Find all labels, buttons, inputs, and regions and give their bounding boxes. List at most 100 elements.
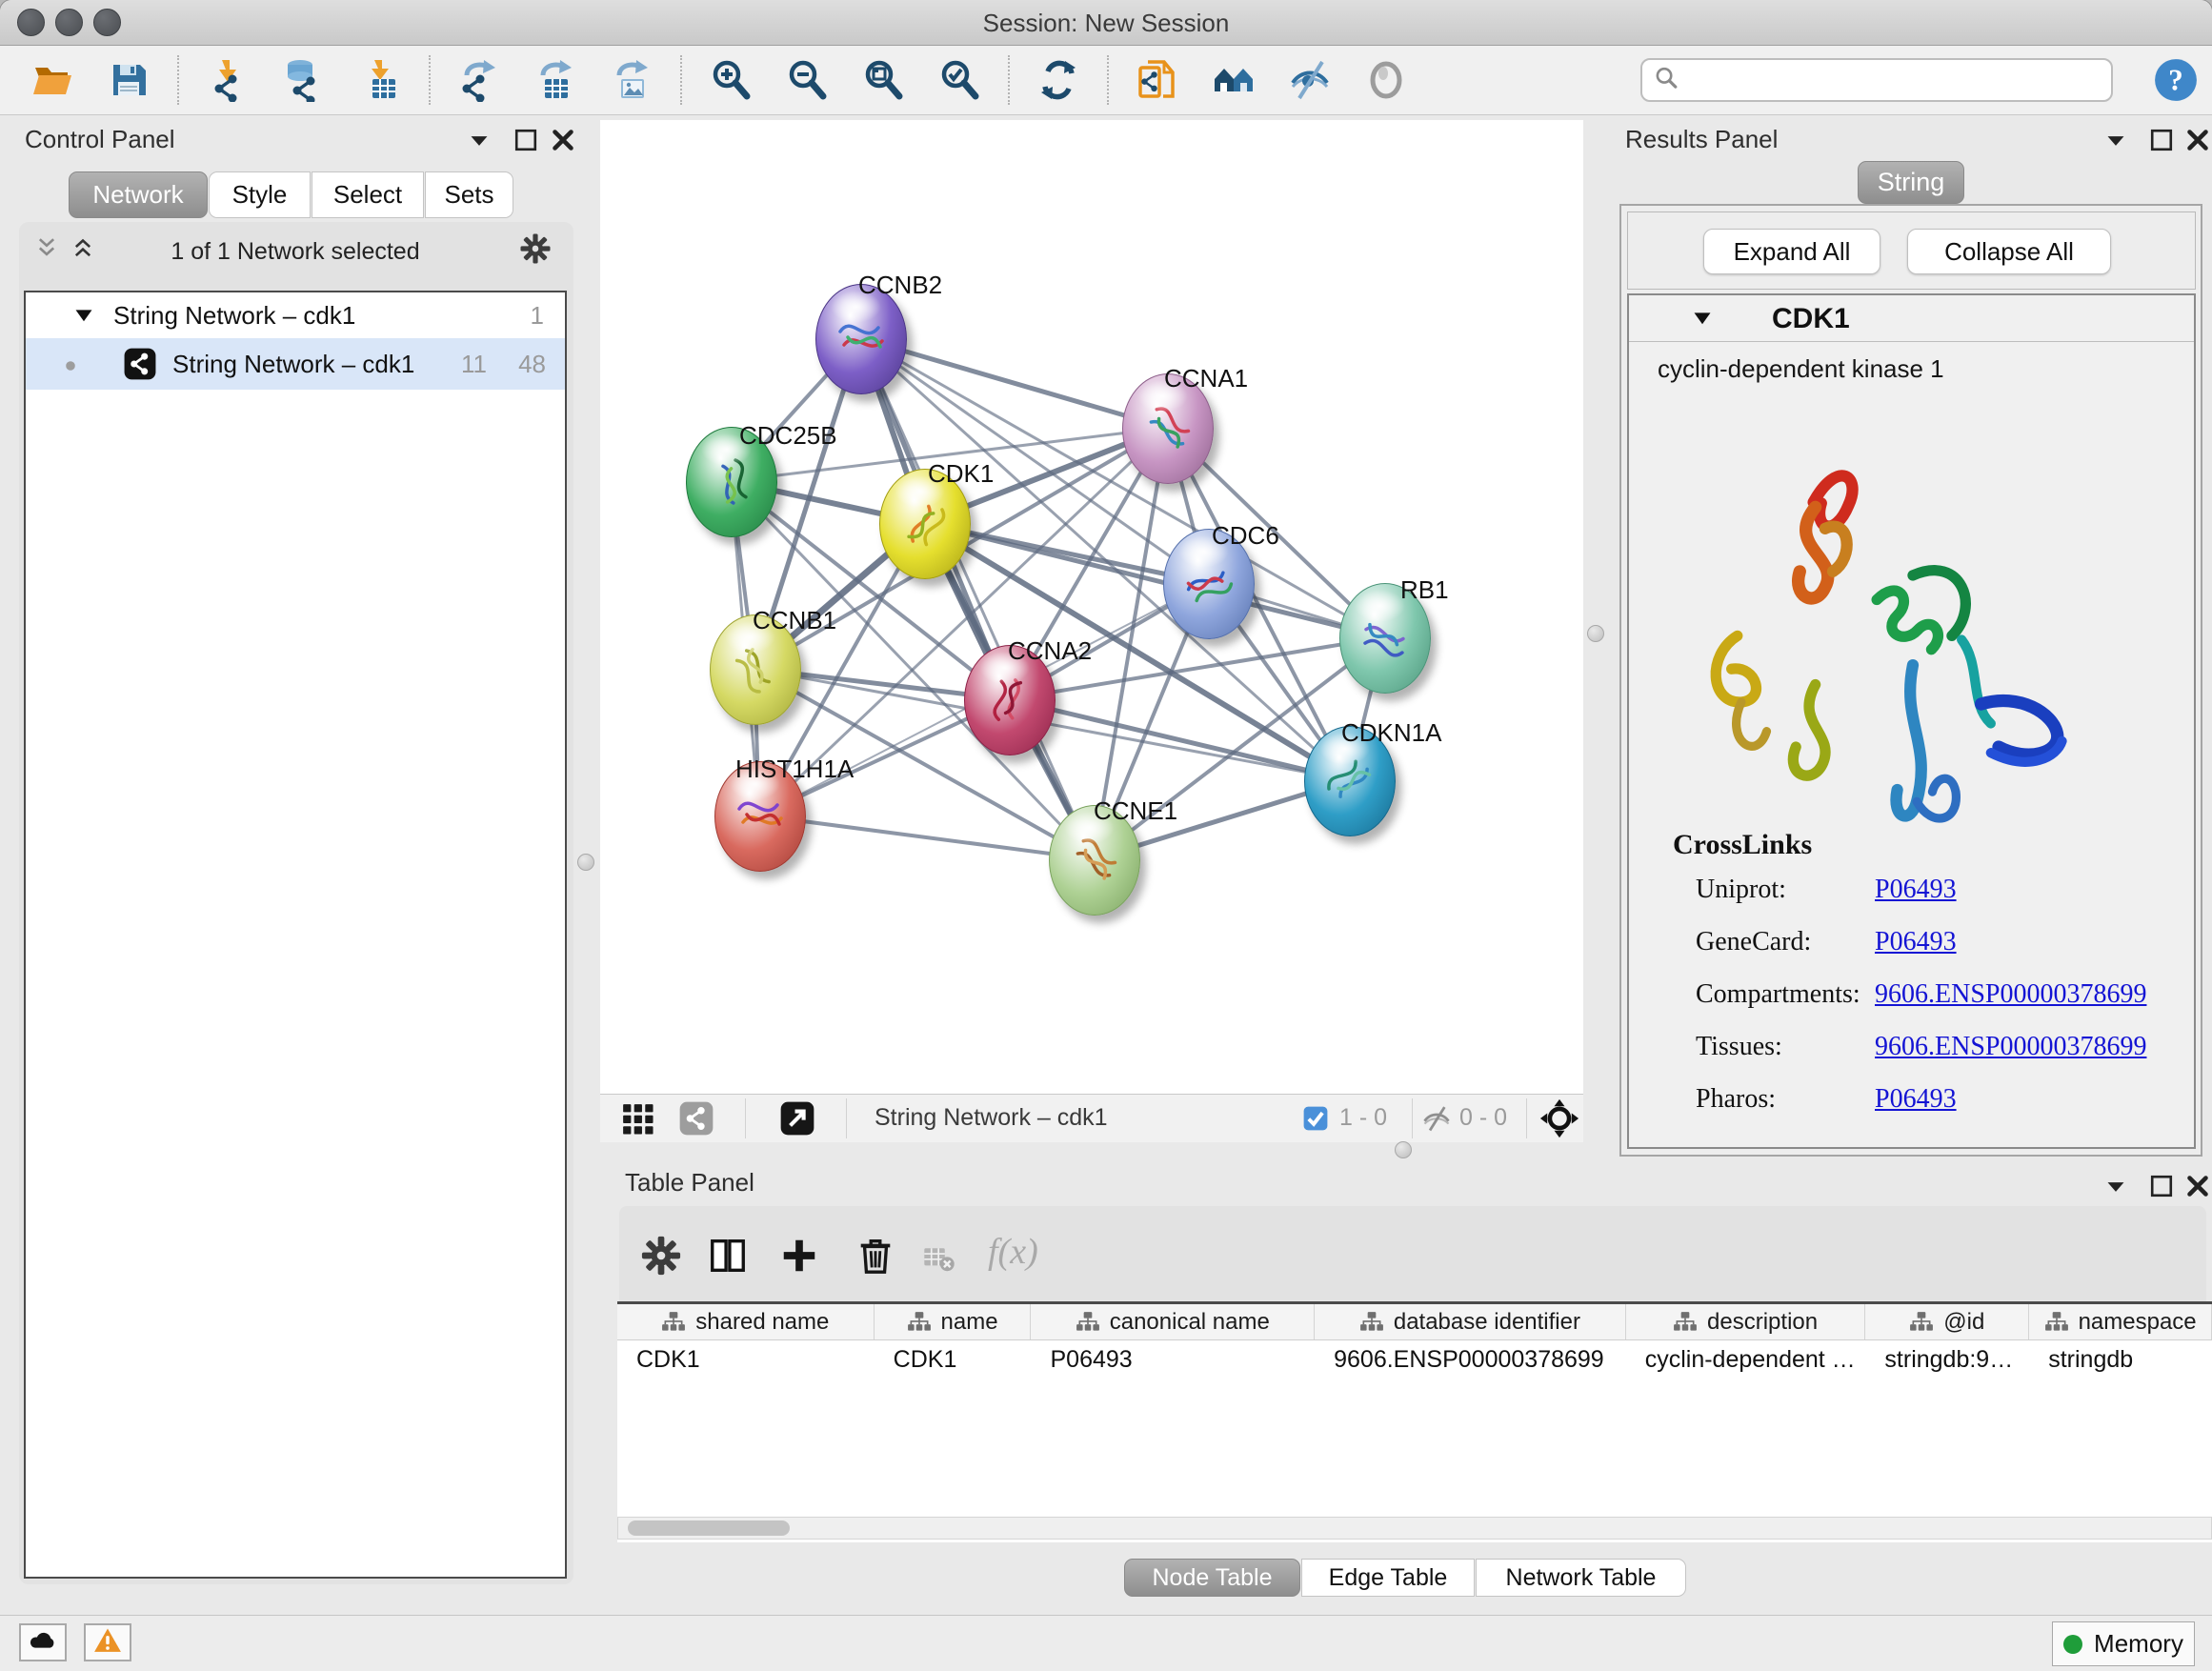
network-row[interactable]: String Network – cdk1 11 48 xyxy=(26,338,565,390)
collection-disclosure-triangle-icon[interactable] xyxy=(71,303,96,328)
column-header-sharedname[interactable]: shared name xyxy=(617,1304,875,1339)
tab-string[interactable]: String xyxy=(1858,161,1964,204)
table-panel-float-icon[interactable] xyxy=(2147,1172,2176,1200)
detach-view-icon[interactable] xyxy=(779,1100,815,1137)
table-panel-menu-chevron-icon[interactable] xyxy=(2101,1172,2130,1200)
table-panel-close-icon[interactable] xyxy=(2183,1172,2212,1200)
houses-button[interactable] xyxy=(1210,56,1257,104)
grid-view-icon[interactable] xyxy=(619,1100,655,1137)
crosslink-link-0[interactable]: P06493 xyxy=(1875,875,1957,905)
cell-description[interactable]: cyclin-dependent … xyxy=(1626,1340,1866,1379)
crosslink-link-4[interactable]: P06493 xyxy=(1875,1084,1957,1115)
add-column-icon[interactable] xyxy=(778,1235,820,1277)
table-gear-icon[interactable] xyxy=(640,1235,682,1277)
crosslink-link-1[interactable]: P06493 xyxy=(1875,927,1957,957)
tab-style[interactable]: Style xyxy=(209,171,311,218)
zoom-out-button[interactable] xyxy=(783,56,831,104)
cell-name[interactable]: CDK1 xyxy=(875,1340,1032,1379)
import-table-button[interactable] xyxy=(356,56,404,104)
cloud-status-button[interactable] xyxy=(19,1623,67,1661)
gene-description: cyclin-dependent kinase 1 xyxy=(1658,354,1944,384)
column-header-namespace[interactable]: namespace xyxy=(2029,1304,2212,1339)
window-titlebar: Session: New Session xyxy=(0,0,2212,46)
protein-thumbnail-ccnb2 xyxy=(816,285,906,393)
edge-cdk1-rb1[interactable] xyxy=(924,523,1384,637)
network-view-canvas[interactable]: CCNB2CCNA1CDC25BCDK1CDC6RB1CCNB1CCNA2CDK… xyxy=(600,120,1583,1094)
results-panel-float-icon[interactable] xyxy=(2147,126,2176,154)
export-table-button[interactable] xyxy=(532,56,579,104)
refresh-button[interactable] xyxy=(1035,56,1082,104)
left-splitter-handle[interactable] xyxy=(577,854,594,871)
status-bar: Memory xyxy=(0,1615,2212,1671)
tab-sets[interactable]: Sets xyxy=(425,171,513,218)
help-button[interactable]: ? xyxy=(2153,57,2199,103)
selected-count: 1 - 0 xyxy=(1339,1104,1387,1132)
column-header-description[interactable]: description xyxy=(1626,1304,1866,1339)
results-panel-title: Results Panel xyxy=(1625,125,1778,154)
edge-hist1h1a-ccne1[interactable] xyxy=(759,815,1094,859)
collapse-all-networks-icon[interactable] xyxy=(32,234,61,263)
right-splitter-handle[interactable] xyxy=(1587,625,1604,642)
control-panel-float-icon[interactable] xyxy=(512,126,540,154)
show-all-eye-button[interactable] xyxy=(1362,56,1410,104)
control-panel-menu-chevron-icon[interactable] xyxy=(465,126,493,154)
column-header-id[interactable]: @id xyxy=(1865,1304,2029,1339)
main-toolbar: ? xyxy=(0,46,2212,115)
column-header-canonicalname[interactable]: canonical name xyxy=(1031,1304,1315,1339)
scrollbar-thumb[interactable] xyxy=(628,1520,790,1536)
open-file-button[interactable] xyxy=(29,56,76,104)
tab-select[interactable]: Select xyxy=(312,171,424,218)
warnings-button[interactable] xyxy=(84,1623,131,1661)
cell-sharedname[interactable]: CDK1 xyxy=(617,1340,875,1379)
horizontal-splitter-handle[interactable] xyxy=(1395,1141,1412,1158)
delete-column-trash-icon[interactable] xyxy=(855,1235,896,1277)
results-panel-menu-chevron-icon[interactable] xyxy=(2101,126,2130,154)
save-session-button[interactable] xyxy=(105,56,152,104)
results-panel-close-icon[interactable] xyxy=(2183,126,2212,154)
cell-id[interactable]: stringdb:9… xyxy=(1865,1340,2029,1379)
expand-all-button[interactable]: Expand All xyxy=(1703,229,1880,274)
crosslink-link-2[interactable]: 9606.ENSP00000378699 xyxy=(1875,979,2146,1010)
window-title: Session: New Session xyxy=(0,9,2212,38)
collapse-all-button[interactable]: Collapse All xyxy=(1907,229,2111,274)
crosslink-link-3[interactable]: 9606.ENSP00000378699 xyxy=(1875,1032,2146,1062)
search-box[interactable] xyxy=(1640,58,2113,102)
table-horizontal-scrollbar[interactable] xyxy=(617,1517,2212,1540)
memory-button[interactable]: Memory xyxy=(2052,1621,2195,1666)
network-options-gear-icon[interactable] xyxy=(519,232,552,265)
table-header-row: shared namenamecanonical namedatabase id… xyxy=(617,1304,2212,1340)
cell-namespace[interactable]: stringdb xyxy=(2029,1340,2212,1379)
expand-all-networks-icon[interactable] xyxy=(69,234,97,263)
zoom-in-button[interactable] xyxy=(707,56,754,104)
cell-databaseidentifier[interactable]: 9606.ENSP00000378699 xyxy=(1315,1340,1626,1379)
tab-network-table[interactable]: Network Table xyxy=(1476,1559,1686,1597)
network-collection-row[interactable]: String Network – cdk1 1 xyxy=(26,292,565,338)
export-network-button[interactable] xyxy=(455,56,503,104)
import-network-file-button[interactable] xyxy=(204,56,251,104)
table-row[interactable]: CDK1CDK1P064939606.ENSP00000378699cyclin… xyxy=(617,1340,2212,1379)
edge-ccnb2-ccne1[interactable] xyxy=(860,338,1094,859)
zoom-selected-button[interactable] xyxy=(935,56,983,104)
tab-node-table[interactable]: Node Table xyxy=(1124,1559,1300,1597)
control-panel-close-icon[interactable] xyxy=(549,126,577,154)
edge-ccnb2-ccna1[interactable] xyxy=(860,338,1167,428)
zoom-fit-button[interactable] xyxy=(859,56,907,104)
network-node-ccnb2[interactable] xyxy=(815,284,907,394)
share-network-icon[interactable] xyxy=(678,1100,714,1137)
hide-eye-button[interactable] xyxy=(1286,56,1334,104)
birdseye-navigator-icon[interactable] xyxy=(1539,1098,1579,1138)
tab-edge-table[interactable]: Edge Table xyxy=(1301,1559,1475,1597)
tab-network[interactable]: Network xyxy=(69,171,208,218)
gene-section-header[interactable]: CDK1 xyxy=(1629,295,2194,342)
search-input[interactable] xyxy=(1680,66,2101,94)
gene-disclosure-triangle-icon[interactable] xyxy=(1690,306,1715,331)
column-header-databaseidentifier[interactable]: database identifier xyxy=(1315,1304,1626,1339)
split-columns-icon[interactable] xyxy=(707,1235,749,1277)
node-label-cdk1: CDK1 xyxy=(928,459,994,489)
import-network-database-button[interactable] xyxy=(280,56,328,104)
annotations-button[interactable] xyxy=(1134,56,1181,104)
export-image-button[interactable] xyxy=(608,56,655,104)
memory-status-dot xyxy=(2063,1635,2082,1654)
cell-canonicalname[interactable]: P06493 xyxy=(1031,1340,1315,1379)
column-header-name[interactable]: name xyxy=(875,1304,1032,1339)
